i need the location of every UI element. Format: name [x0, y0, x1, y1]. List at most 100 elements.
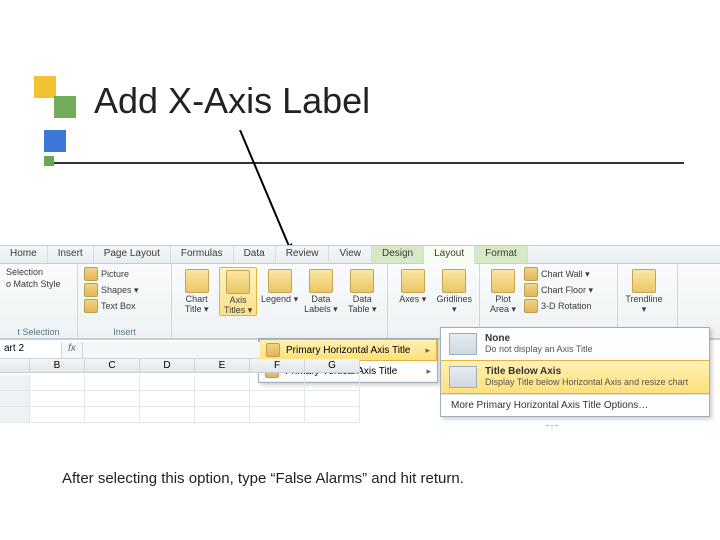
title-underline — [44, 162, 684, 164]
data-labels-label: Data Labels ▾ — [302, 294, 339, 314]
axis-titles-button[interactable]: Axis Titles ▾ — [219, 267, 257, 316]
col-header-d[interactable]: D — [140, 359, 195, 372]
chart-title-icon — [185, 269, 209, 293]
rotation-3d-icon — [524, 299, 538, 313]
menu-resize-dots — [546, 425, 558, 426]
group-label-insert: Insert — [78, 327, 171, 337]
axes-icon — [401, 269, 425, 293]
legend-label: Legend ▾ — [261, 294, 298, 304]
col-header-f[interactable]: F — [250, 359, 305, 372]
horizontal-axis-title-submenu: None Do not display an Axis Title Title … — [440, 327, 710, 417]
option-none[interactable]: None Do not display an Axis Title — [441, 328, 709, 360]
group-insert: Picture Shapes ▾ Text Box Insert — [78, 264, 172, 338]
plot-area-label: Plot Area ▾ — [486, 294, 520, 314]
tab-data[interactable]: Data — [234, 246, 276, 263]
data-table-icon — [350, 269, 374, 293]
worksheet-grid[interactable] — [0, 375, 360, 423]
deco-square-yellow — [34, 76, 56, 98]
tab-page-layout[interactable]: Page Layout — [94, 246, 171, 263]
chart-title-label: Chart Title ▾ — [178, 294, 215, 314]
picture-icon — [84, 267, 98, 281]
chart-floor-button[interactable]: Chart Floor ▾ — [524, 283, 593, 297]
data-table-button[interactable]: Data Table ▾ — [344, 267, 381, 316]
chart-wall-label: Chart Wall ▾ — [541, 269, 590, 280]
col-header-b[interactable]: B — [30, 359, 85, 372]
option-more-horizontal-axis-title[interactable]: More Primary Horizontal Axis Title Optio… — [441, 394, 709, 416]
reset-match-style[interactable]: o Match Style — [6, 279, 61, 289]
excel-ribbon: Home Insert Page Layout Formulas Data Re… — [0, 245, 720, 340]
plot-area-button[interactable]: Plot Area ▾ — [486, 267, 520, 314]
group-label-selection: t Selection — [0, 327, 77, 337]
menu-horizontal-label: Primary Horizontal Axis Title — [286, 345, 410, 356]
name-box[interactable]: art 2 — [0, 342, 62, 358]
tab-format[interactable]: Format — [475, 246, 528, 263]
title-bullet — [44, 156, 54, 166]
horizontal-axis-icon — [266, 343, 280, 357]
submenu-arrow-icon: ▸ — [426, 366, 431, 377]
legend-button[interactable]: Legend ▾ — [261, 267, 298, 316]
chart-wall-icon — [524, 267, 538, 281]
option-below-title: Title Below Axis — [485, 366, 688, 377]
chart-floor-icon — [524, 283, 538, 297]
trendline-icon — [632, 269, 656, 293]
slide-title: Add X-Axis Label — [94, 80, 370, 122]
insert-shapes-button[interactable]: Shapes ▾ — [84, 283, 139, 297]
gridlines-label: Gridlines ▾ — [436, 294, 474, 314]
gridlines-icon — [442, 269, 466, 293]
tab-home[interactable]: Home — [0, 246, 48, 263]
formula-bar: art 2 fx — [0, 342, 260, 359]
shapes-icon — [84, 283, 98, 297]
group-current-selection: Selection o Match Style t Selection — [0, 264, 78, 338]
option-title-below-axis[interactable]: Title Below Axis Display Title below Hor… — [441, 360, 709, 394]
chart-floor-label: Chart Floor ▾ — [541, 285, 593, 296]
ribbon-tabs: Home Insert Page Layout Formulas Data Re… — [0, 246, 720, 264]
tab-insert[interactable]: Insert — [48, 246, 94, 263]
data-labels-button[interactable]: Data Labels ▾ — [302, 267, 339, 316]
option-none-title: None — [485, 333, 593, 344]
chart-title-button[interactable]: Chart Title ▾ — [178, 267, 215, 316]
tab-formulas[interactable]: Formulas — [171, 246, 234, 263]
slide-decoration — [34, 76, 84, 166]
trendline-button[interactable]: Trendline ▾ — [624, 267, 664, 314]
option-none-desc: Do not display an Axis Title — [485, 344, 593, 355]
data-table-label: Data Table ▾ — [344, 294, 381, 314]
slide-caption: After selecting this option, type “False… — [62, 470, 464, 487]
submenu-arrow-icon: ▸ — [425, 345, 430, 356]
select-all-corner[interactable] — [0, 359, 30, 372]
col-header-g[interactable]: G — [305, 359, 360, 372]
insert-textbox-label: Text Box — [101, 301, 136, 311]
deco-square-green — [54, 96, 76, 118]
option-below-desc: Display Title below Horizontal Axis and … — [485, 377, 688, 388]
axes-label: Axes ▾ — [399, 294, 426, 304]
rotation-3d-button[interactable]: 3-D Rotation — [524, 299, 592, 313]
axes-button[interactable]: Axes ▾ — [394, 267, 432, 314]
insert-picture-button[interactable]: Picture — [84, 267, 129, 281]
tab-design[interactable]: Design — [372, 246, 424, 263]
chart-elements-selector[interactable]: Selection — [6, 267, 43, 277]
fx-label[interactable]: fx — [62, 342, 83, 358]
tab-layout[interactable]: Layout — [424, 246, 475, 264]
plot-area-icon — [491, 269, 515, 293]
tab-view[interactable]: View — [329, 246, 372, 263]
trendline-label: Trendline ▾ — [624, 294, 664, 314]
column-headers: B C D E F G — [0, 359, 360, 373]
gridlines-button[interactable]: Gridlines ▾ — [436, 267, 474, 314]
data-labels-icon — [309, 269, 333, 293]
chart-wall-button[interactable]: Chart Wall ▾ — [524, 267, 590, 281]
insert-picture-label: Picture — [101, 269, 129, 279]
deco-square-blue — [44, 130, 66, 152]
none-thumb-icon — [449, 333, 477, 355]
below-axis-thumb-icon — [449, 366, 477, 388]
tab-review[interactable]: Review — [276, 246, 330, 263]
menu-primary-horizontal-axis-title[interactable]: Primary Horizontal Axis Title ▸ — [259, 339, 437, 361]
group-labels: Chart Title ▾ Axis Titles ▾ Legend ▾ Dat… — [172, 264, 388, 338]
textbox-icon — [84, 299, 98, 313]
insert-shapes-label: Shapes ▾ — [101, 285, 139, 296]
rotation-3d-label: 3-D Rotation — [541, 301, 592, 311]
legend-icon — [268, 269, 292, 293]
axis-titles-label: Axis Titles ▾ — [220, 295, 256, 315]
insert-textbox-button[interactable]: Text Box — [84, 299, 136, 313]
col-header-c[interactable]: C — [85, 359, 140, 372]
col-header-e[interactable]: E — [195, 359, 250, 372]
axis-titles-icon — [226, 270, 250, 294]
